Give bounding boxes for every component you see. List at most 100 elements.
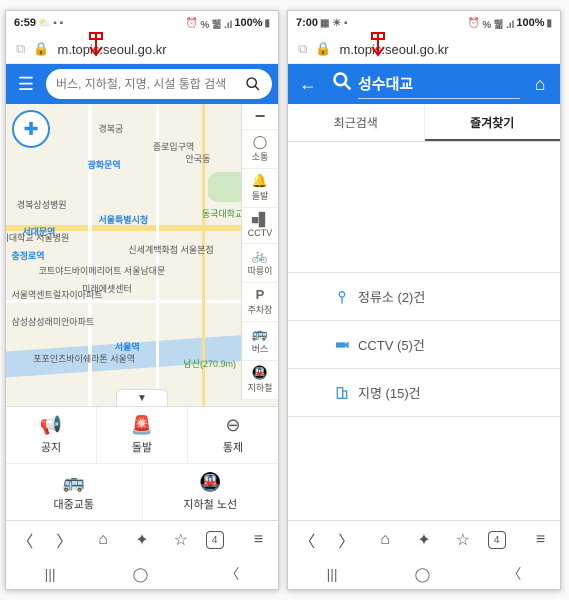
map-label: 안국동: [186, 152, 211, 165]
browser-url-bar[interactable]: ⧉ 🔒 m.topis.seoul.go.kr: [6, 35, 278, 64]
sys-recents[interactable]: |||: [45, 566, 56, 582]
block-icon: ⊖: [225, 415, 240, 436]
tab-count-badge: 4: [206, 531, 224, 549]
system-nav: ||| ◯ 〈: [6, 559, 278, 589]
map-label: 서울역: [115, 340, 140, 353]
status-left-icons: ⛅ ▪ ▪: [38, 18, 63, 29]
layer-parking[interactable]: P 주차장: [242, 283, 278, 322]
layer-bike[interactable]: 🚲 따릉이: [242, 244, 278, 283]
url-text: m.topis.seoul.go.kr: [339, 42, 448, 57]
cctv-icon: ■▋: [251, 213, 269, 226]
search-box[interactable]: [46, 69, 272, 99]
tab-switch-icon[interactable]: ⧉: [16, 41, 25, 57]
metro-icon: 🚇: [199, 472, 221, 493]
menu-button[interactable]: ☰: [12, 70, 40, 98]
tab-count-badge: 4: [488, 531, 506, 549]
home-button[interactable]: ⌂: [526, 70, 554, 98]
nav-bookmark[interactable]: ☆: [167, 530, 195, 550]
status-left-icons: ▦ ☀ ▪: [320, 18, 348, 29]
bus-icon: 🚌: [252, 327, 268, 340]
quick-incident[interactable]: 🚨 돌발: [97, 407, 188, 463]
layer-bus[interactable]: 🚌 버스: [242, 322, 278, 361]
quick-label: 지하철 노선: [183, 496, 237, 512]
browser-nav: 〈 〉 ⌂ ✦ ☆ 4 ≡: [6, 520, 278, 559]
parking-icon: P: [256, 288, 265, 301]
nav-tabs[interactable]: 4: [488, 531, 516, 549]
result-places[interactable]: 지명 (15)건: [288, 369, 560, 417]
nav-menu[interactable]: ≡: [244, 531, 272, 549]
tab-recent[interactable]: 최근검색: [288, 104, 425, 141]
sys-back[interactable]: 〈: [507, 564, 521, 584]
results-empty-space: [288, 142, 560, 273]
back-button[interactable]: ←: [294, 70, 322, 98]
annotation-arrow: [86, 33, 106, 61]
layer-panel: − ◯ 소통 🔔 돌발 ■▋ CCTV 🚲 따릉이 P 주차장 �: [241, 104, 278, 400]
map-label: 코트야드바이메리어트 서울남대문: [39, 264, 166, 277]
map-label: 경복궁: [98, 122, 123, 135]
search-icon[interactable]: [242, 73, 264, 95]
nav-home[interactable]: ⌂: [371, 531, 399, 549]
nav-home[interactable]: ⌂: [89, 531, 117, 549]
quick-grid: 📢 공지 🚨 돌발 ⊖ 통제 🚌 대중교통 🚇 지하철 노선: [6, 406, 278, 520]
map-label: 미래에셋센터: [82, 282, 132, 295]
sys-back[interactable]: 〈: [225, 564, 239, 584]
sys-home[interactable]: ◯: [415, 566, 431, 583]
quick-control[interactable]: ⊖ 통제: [188, 407, 278, 463]
search-input[interactable]: [54, 76, 242, 92]
search-icon: [332, 71, 352, 97]
map-label: 기대학교 서울병원: [6, 231, 69, 244]
siren-icon: 🚨: [131, 415, 153, 436]
map-expand-handle[interactable]: ▼: [116, 389, 168, 406]
map-label: 삼성삼성래미안아파트: [11, 315, 94, 328]
layer-subway[interactable]: 🚇 지하철: [242, 361, 278, 400]
result-label: 정류소 (2)건: [358, 287, 425, 306]
map[interactable]: 서울특별시청 광화문역 종로입구역 안국동 경복궁 경복상성병원 서대문역 신세…: [6, 104, 278, 406]
battery-pct: 100%: [234, 17, 262, 29]
quick-notice[interactable]: 📢 공지: [6, 407, 97, 463]
layer-traffic[interactable]: ◯ 소통: [242, 130, 278, 169]
phone-right: 7:00 ▦ ☀ ▪ ⏰ % 뛟 .ıl 100% ▮ ⧉ 🔒 m.topis.…: [287, 10, 561, 590]
browser-url-bar[interactable]: ⧉ 🔒 m.topis.seoul.go.kr: [288, 35, 560, 64]
nav-bookmark[interactable]: ☆: [449, 530, 477, 550]
locate-button[interactable]: ✚: [12, 110, 50, 148]
nav-magic[interactable]: ✦: [410, 530, 438, 550]
nav-menu[interactable]: ≡: [526, 531, 554, 549]
history-tabs: 최근검색 즐겨찾기: [288, 104, 560, 142]
nav-back[interactable]: 〈: [293, 528, 321, 552]
quick-subway-line[interactable]: 🚇 지하철 노선: [143, 463, 279, 520]
status-time: 6:59: [14, 17, 36, 29]
tab-switch-icon[interactable]: ⧉: [298, 41, 307, 57]
traffic-flow-icon: ◯: [253, 135, 268, 148]
search-term-field[interactable]: 성수대교: [358, 69, 520, 99]
layer-label: 따릉이: [248, 264, 273, 277]
cctv-icon: [334, 337, 350, 353]
lock-icon: 🔒: [33, 41, 49, 57]
map-label: 종로입구역: [153, 140, 194, 153]
status-bar: 7:00 ▦ ☀ ▪ ⏰ % 뛟 .ıl 100% ▮: [288, 11, 560, 35]
layer-collapse[interactable]: −: [242, 104, 278, 130]
incident-icon: 🔔: [252, 174, 268, 187]
nav-magic[interactable]: ✦: [128, 530, 156, 550]
quick-transit[interactable]: 🚌 대중교통: [6, 463, 143, 520]
layer-incident[interactable]: 🔔 돌발: [242, 169, 278, 208]
sys-home[interactable]: ◯: [133, 566, 149, 583]
nav-back[interactable]: 〈: [11, 528, 39, 552]
browser-nav: 〈 〉 ⌂ ✦ ☆ 4 ≡: [288, 520, 560, 559]
alarm-icon: ⏰: [468, 18, 480, 29]
bus-icon: 🚌: [63, 472, 85, 493]
busstop-icon: [334, 289, 350, 305]
layer-cctv[interactable]: ■▋ CCTV: [242, 208, 278, 244]
sys-recents[interactable]: |||: [327, 566, 338, 582]
alarm-icon: ⏰: [186, 18, 198, 29]
app-header: ☰: [6, 64, 278, 104]
lock-icon: 🔒: [315, 41, 331, 57]
quick-label: 공지: [41, 439, 61, 455]
map-label: 서울특별시청: [98, 213, 148, 226]
nav-tabs[interactable]: 4: [206, 531, 234, 549]
result-stops[interactable]: 정류소 (2)건: [288, 273, 560, 321]
battery-icon: ▮: [546, 18, 552, 29]
result-cctv[interactable]: CCTV (5)건: [288, 321, 560, 369]
tab-favorites[interactable]: 즐겨찾기: [425, 104, 561, 141]
nav-forward[interactable]: 〉: [50, 528, 78, 552]
nav-forward[interactable]: 〉: [332, 528, 360, 552]
